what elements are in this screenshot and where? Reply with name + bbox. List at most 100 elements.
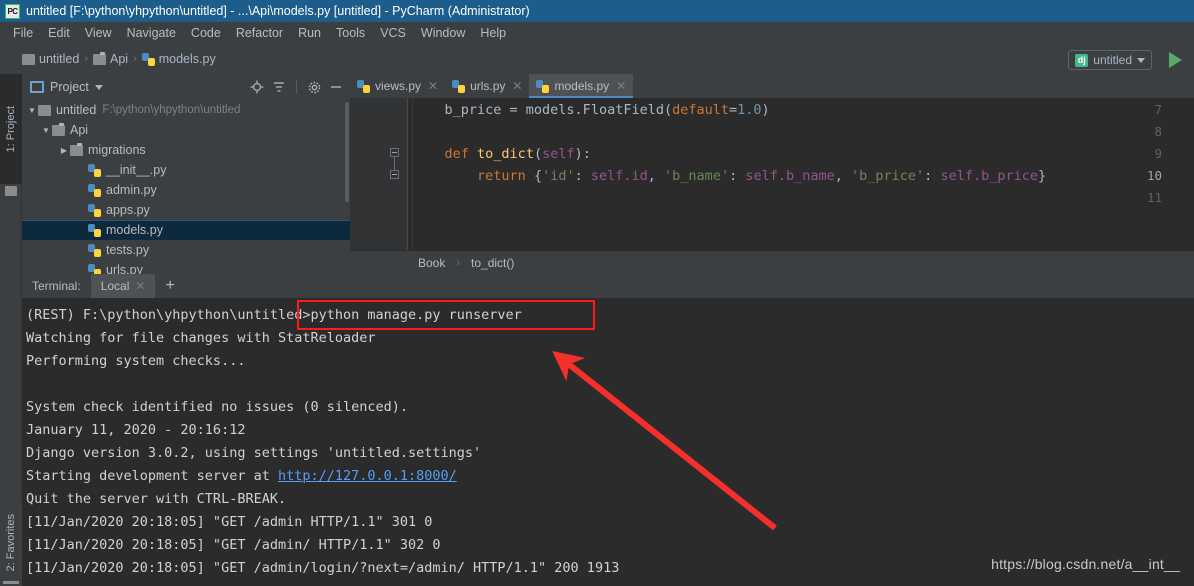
- server-url-link[interactable]: http://127.0.0.1:8000/: [278, 468, 457, 484]
- editor-tab-label: models.py: [554, 79, 610, 93]
- python-file-icon: [88, 163, 101, 177]
- menu-navigate[interactable]: Navigate: [120, 24, 183, 42]
- tool-tab-label: 1: Project: [5, 105, 17, 153]
- run-button-icon[interactable]: [1169, 52, 1182, 68]
- editor-tab-bar: views.py ✕ urls.py ✕ models.py ✕: [350, 74, 1194, 98]
- locate-icon[interactable]: [249, 79, 265, 95]
- terminal-output[interactable]: (REST) F:\python\yhpython\untitled>pytho…: [22, 298, 1194, 586]
- menu-refactor[interactable]: Refactor: [229, 24, 290, 42]
- tree-item-label: apps.py: [106, 203, 150, 217]
- run-configuration-selector[interactable]: dj untitled: [1068, 50, 1152, 70]
- chevron-down-icon: [1137, 57, 1145, 63]
- folder-icon: [52, 122, 65, 136]
- python-file-icon: [88, 243, 101, 257]
- python-file-icon: [452, 79, 466, 93]
- self-param: self: [542, 146, 575, 162]
- close-icon[interactable]: ✕: [512, 79, 522, 93]
- python-file-icon: [536, 79, 550, 93]
- tree-scrollbar[interactable]: [345, 102, 349, 202]
- tree-item-label: admin.py: [106, 183, 157, 197]
- tree-item-init-py[interactable]: __init__.py: [22, 160, 350, 180]
- tree-item-label: untitled: [56, 103, 97, 117]
- tool-tab-favorites[interactable]: 2: Favorites: [0, 499, 22, 586]
- title-bar: PC untitled [F:\python\yhpython\untitled…: [0, 0, 1194, 22]
- menu-edit[interactable]: Edit: [41, 24, 77, 42]
- breadcrumb-separator: ›: [456, 256, 461, 269]
- terminal-line: [11/Jan/2020 20:18:05] "GET /admin HTTP/…: [26, 514, 433, 530]
- scroll-nub: [3, 581, 19, 584]
- editor-tab-models-py[interactable]: models.py ✕: [529, 74, 634, 98]
- terminal-tab-local[interactable]: Local ✕: [90, 274, 156, 298]
- breadcrumb-class[interactable]: Book: [418, 256, 445, 270]
- terminal-line: [11/Jan/2020 20:18:05] "GET /admin/ HTTP…: [26, 537, 441, 553]
- python-file-icon: [88, 223, 101, 237]
- project-panel-title: Project: [50, 80, 89, 94]
- tree-item-untitled[interactable]: ▼ untitled F:\python\yhpython\untitled: [22, 100, 350, 120]
- hide-panel-icon[interactable]: [328, 79, 344, 95]
- code-fold-icon[interactable]: [390, 170, 399, 179]
- close-icon[interactable]: ✕: [428, 79, 438, 93]
- menu-view[interactable]: View: [78, 24, 119, 42]
- tree-item-urls-py[interactable]: urls.py: [22, 260, 350, 274]
- editor-area: views.py ✕ urls.py ✕ models.py ✕ 7 8 9 1…: [350, 74, 1194, 274]
- tree-item-migrations[interactable]: ▶ migrations: [22, 140, 350, 160]
- new-terminal-button[interactable]: +: [155, 274, 184, 298]
- editor-breadcrumb: Book › to_dict(): [350, 250, 1194, 274]
- menu-file[interactable]: File: [6, 24, 40, 42]
- breadcrumb-api[interactable]: Api: [92, 51, 129, 66]
- menu-tools[interactable]: Tools: [329, 24, 372, 42]
- tree-item-admin-py[interactable]: admin.py: [22, 180, 350, 200]
- chevron-down-icon[interactable]: [94, 84, 103, 90]
- server-line-prefix: Starting development server at: [26, 468, 278, 484]
- python-file-icon: [88, 263, 101, 274]
- settings-gear-icon[interactable]: [306, 79, 322, 95]
- tree-item-apps-py[interactable]: apps.py: [22, 200, 350, 220]
- project-window-icon: [30, 81, 44, 93]
- tree-item-models-py[interactable]: models.py: [22, 220, 350, 240]
- expand-arrow-icon[interactable]: ▶: [58, 146, 70, 155]
- expand-arrow-icon[interactable]: ▼: [26, 106, 38, 115]
- terminal-line: Watching for file changes with StatReloa…: [26, 330, 376, 346]
- keyword-return: return: [477, 168, 526, 184]
- expand-arrow-icon[interactable]: ▼: [40, 126, 52, 135]
- close-icon[interactable]: ✕: [616, 79, 626, 93]
- code-editor[interactable]: 7 8 9 10 11 b_price = models.FloatField(…: [350, 98, 1194, 250]
- line-number-gutter: [350, 98, 408, 250]
- code-line-9: def to_dict(self):: [444, 146, 591, 162]
- breadcrumb-models-py[interactable]: models.py: [141, 52, 216, 66]
- terminal-line: Performing system checks...: [26, 353, 246, 369]
- menu-vcs[interactable]: VCS: [373, 24, 413, 42]
- function-name: to_dict: [477, 146, 534, 162]
- menu-run[interactable]: Run: [291, 24, 328, 42]
- code-fold-icon[interactable]: [390, 148, 399, 157]
- django-icon: dj: [1075, 53, 1089, 67]
- project-panel-header: Project: [22, 74, 350, 100]
- folder-icon: [38, 104, 51, 116]
- tree-item-label: urls.py: [106, 263, 143, 274]
- pycharm-logo-icon: PC: [5, 3, 20, 19]
- tool-tab-project[interactable]: 1: Project: [0, 74, 22, 184]
- editor-tab-urls-py[interactable]: urls.py ✕: [445, 74, 529, 98]
- breadcrumb-method[interactable]: to_dict(): [471, 256, 514, 270]
- terminal-line-command: (REST) F:\python\yhpython\untitled>pytho…: [26, 307, 522, 323]
- terminal-line: Quit the server with CTRL-BREAK.: [26, 491, 287, 507]
- breadcrumb-untitled[interactable]: untitled: [22, 52, 79, 66]
- breadcrumb-separator: ›: [84, 53, 88, 65]
- dict-key-bprice: 'b_price': [851, 168, 925, 184]
- folder-icon: [22, 53, 35, 65]
- breadcrumb-label: untitled: [39, 52, 80, 66]
- editor-tab-views-py[interactable]: views.py ✕: [350, 74, 445, 98]
- project-tool-window: Project ▼ untitled F:\python\yhpython\un…: [22, 74, 350, 274]
- close-icon[interactable]: ✕: [135, 279, 145, 293]
- menu-code[interactable]: Code: [184, 24, 228, 42]
- collapse-all-icon[interactable]: [271, 79, 287, 95]
- tree-item-tests-py[interactable]: tests.py: [22, 240, 350, 260]
- menu-help[interactable]: Help: [473, 24, 513, 42]
- menu-window[interactable]: Window: [414, 24, 472, 42]
- tree-item-api[interactable]: ▼ Api: [22, 120, 350, 140]
- editor-tab-label: views.py: [375, 79, 422, 93]
- breadcrumb-label: Api: [109, 52, 129, 66]
- pycharm-window: PC untitled [F:\python\yhpython\untitled…: [0, 0, 1194, 586]
- python-file-icon: [88, 203, 101, 217]
- navigation-bar: untitled › Api › models.py: [0, 44, 1194, 74]
